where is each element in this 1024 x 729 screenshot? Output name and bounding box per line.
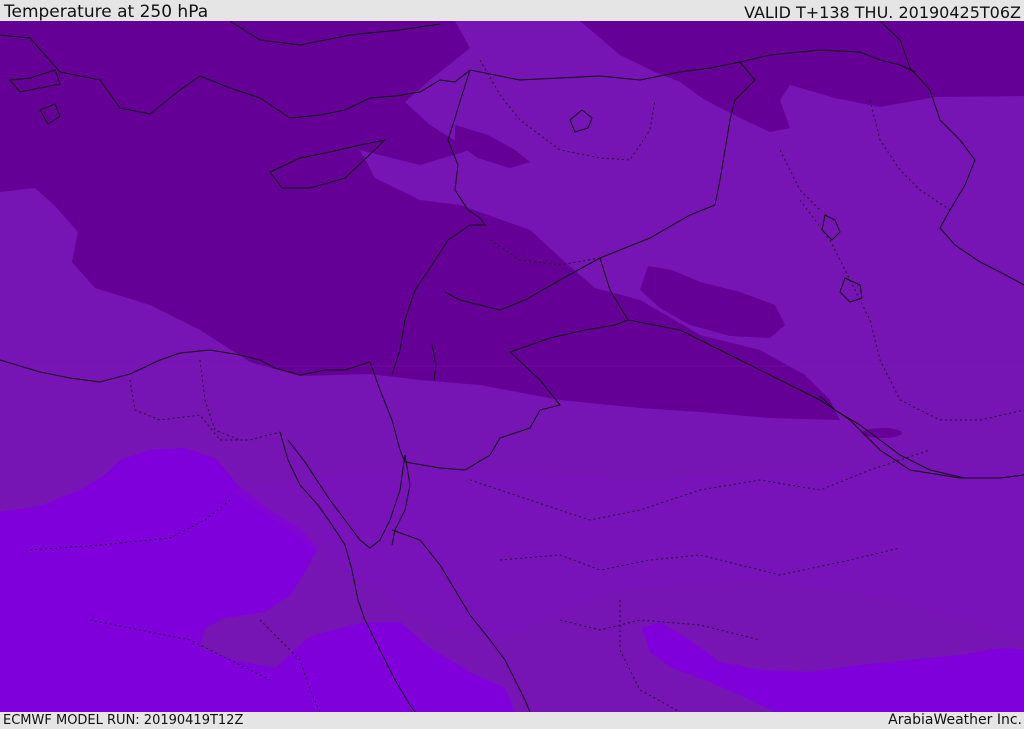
- map-title: Temperature at 250 hPa: [4, 2, 209, 22]
- valid-time-label: VALID T+138 THU. 20190425T06Z: [744, 3, 1021, 22]
- temperature-map[interactable]: [0, 21, 1024, 712]
- credit-label: ArabiaWeather Inc.: [888, 712, 1022, 728]
- model-run-label: ECMWF MODEL RUN: 20190419T12Z: [3, 713, 244, 728]
- cold-blob-gulf: [862, 428, 902, 438]
- map-footer: ECMWF MODEL RUN: 20190419T12Z ArabiaWeat…: [0, 712, 1024, 729]
- map-panel[interactable]: [0, 21, 1024, 712]
- map-header: Temperature at 250 hPa VALID T+138 THU. …: [0, 0, 1024, 22]
